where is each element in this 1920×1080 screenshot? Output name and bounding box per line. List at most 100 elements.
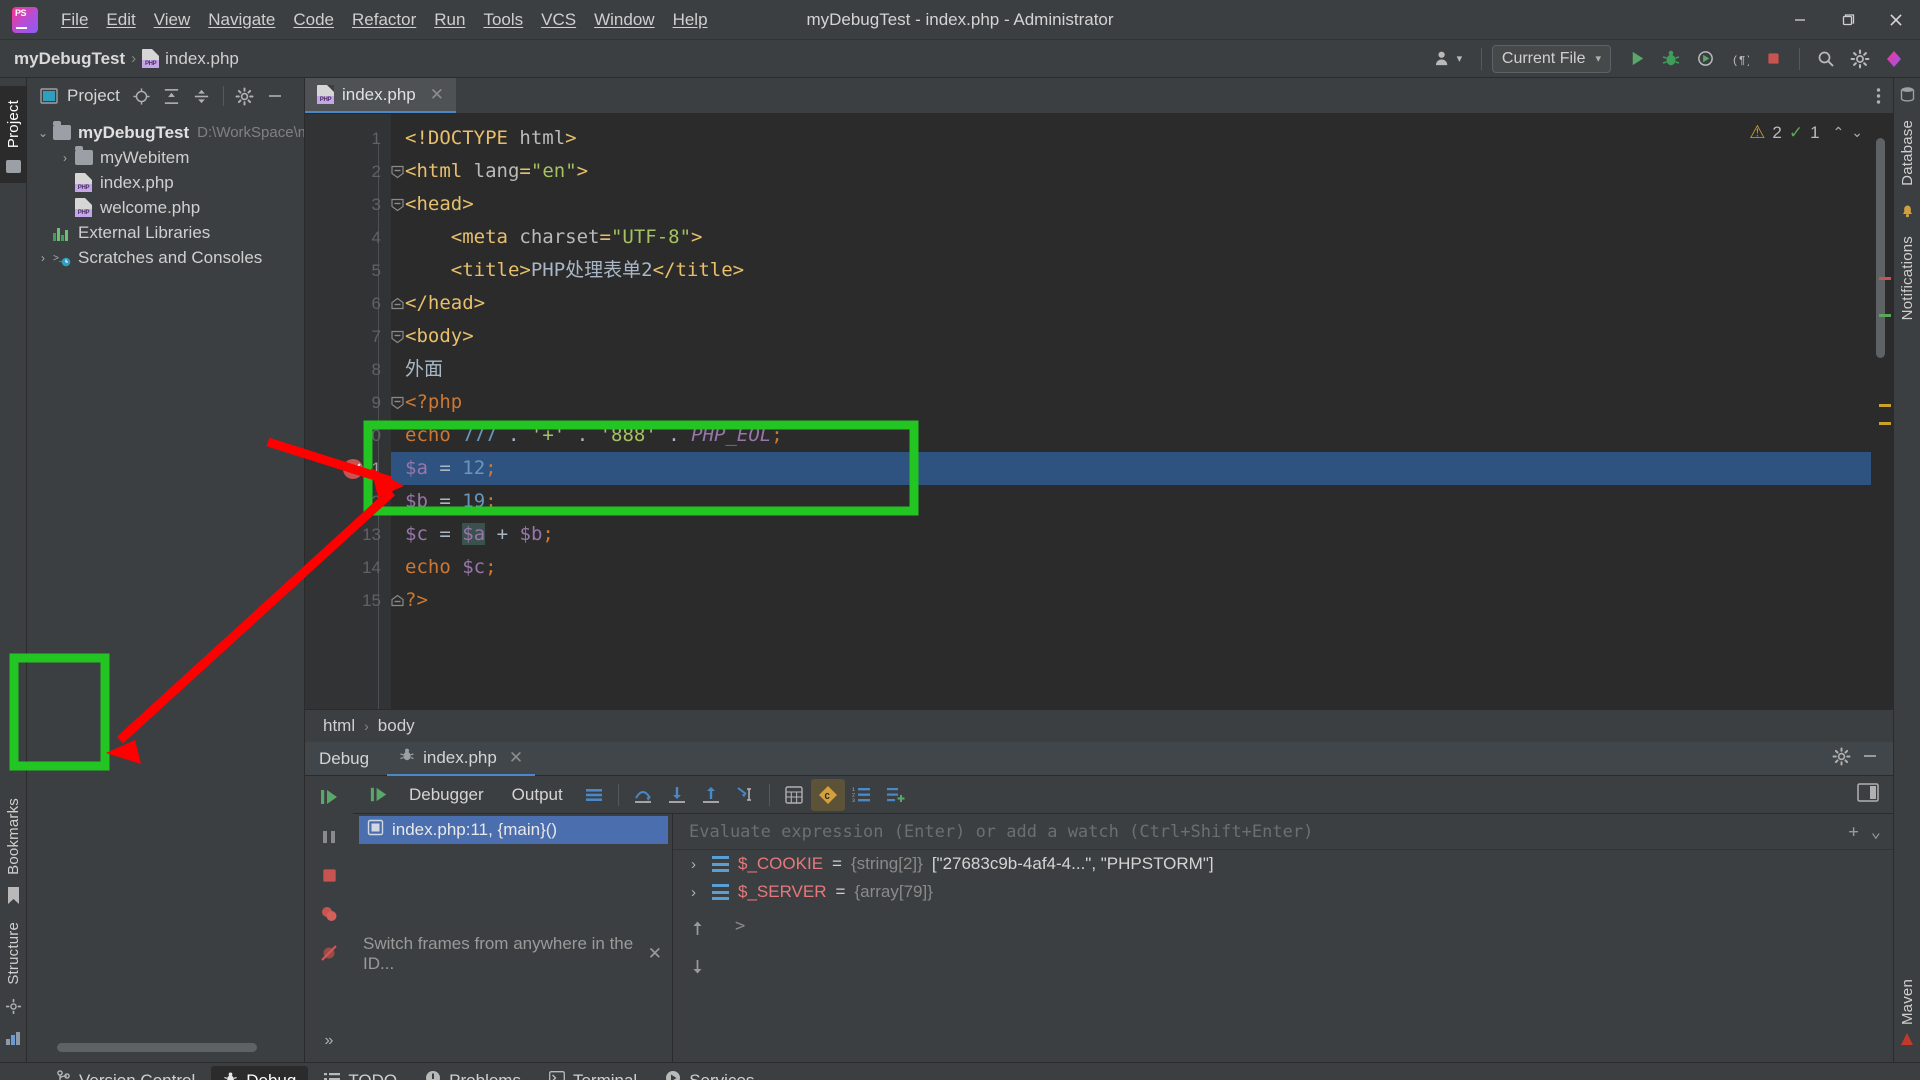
editor-marker-strip[interactable] bbox=[1871, 114, 1893, 709]
menu-vcs[interactable]: VCS bbox=[532, 6, 585, 34]
tab-output[interactable]: Output bbox=[498, 785, 577, 805]
menu-file[interactable]: File bbox=[52, 6, 97, 34]
stop-button[interactable] bbox=[1757, 44, 1789, 74]
sidebar-item-notifications[interactable]: Notifications bbox=[1899, 230, 1916, 326]
editor-tab-index-php[interactable]: index.php ✕ bbox=[305, 78, 456, 113]
menu-window[interactable]: Window bbox=[585, 6, 663, 34]
marker-error[interactable] bbox=[1879, 277, 1891, 280]
variable-row-server[interactable]: › $_SERVER = {array[79]} bbox=[673, 878, 1893, 906]
menu-code[interactable]: Code bbox=[284, 6, 343, 34]
run-to-cursor-icon[interactable] bbox=[728, 779, 762, 811]
close-button[interactable] bbox=[1872, 0, 1920, 40]
breadcrumb-html[interactable]: html bbox=[323, 716, 355, 736]
collapse-all-icon[interactable] bbox=[190, 84, 214, 108]
sidebar-item-structure[interactable]: Structure bbox=[5, 916, 22, 991]
step-into-icon[interactable] bbox=[660, 779, 694, 811]
menu-help[interactable]: Help bbox=[664, 6, 717, 34]
hide-debug-panel-icon[interactable] bbox=[1861, 747, 1879, 770]
add-watch-plus-icon[interactable]: + bbox=[1849, 822, 1859, 842]
panel-settings-gear-icon[interactable] bbox=[233, 84, 257, 108]
chevron-right-icon[interactable]: › bbox=[691, 856, 703, 873]
menu-navigate[interactable]: Navigate bbox=[199, 6, 284, 34]
pause-program-button[interactable] bbox=[319, 827, 339, 852]
tree-row-external-libraries[interactable]: External Libraries bbox=[27, 220, 304, 245]
stop-program-button[interactable] bbox=[320, 866, 339, 890]
debug-layout-icon[interactable] bbox=[1857, 782, 1893, 807]
debug-session-tab[interactable]: index.php ✕ bbox=[387, 742, 536, 776]
tree-row-scratches[interactable]: › >_ Scratches and Consoles bbox=[27, 245, 304, 270]
evaluate-expression-icon[interactable] bbox=[777, 779, 811, 811]
editor-gutter[interactable]: 1 2 3 4 5 6 7 8 9 10 11 12 13 14 15 bbox=[305, 114, 404, 709]
search-icon[interactable] bbox=[1810, 44, 1842, 74]
editor-vertical-scrollbar[interactable] bbox=[1876, 138, 1885, 358]
sidebar-item-database[interactable]: Database bbox=[1899, 114, 1916, 192]
marker-warning[interactable] bbox=[1879, 404, 1891, 407]
debug-console[interactable]: > bbox=[721, 906, 1893, 1062]
menu-tools[interactable]: Tools bbox=[474, 6, 532, 34]
evaluate-expression-input[interactable]: Evaluate expression (Enter) or add a wat… bbox=[673, 814, 1893, 850]
tree-row-welcome-php[interactable]: welcome.php bbox=[27, 195, 304, 220]
frames-panel[interactable]: index.php:11, {main}() Switch frames fro… bbox=[353, 814, 673, 1062]
run-configuration-selector[interactable]: Current File ▾ bbox=[1491, 44, 1611, 73]
editor-tab-options[interactable] bbox=[1876, 78, 1893, 113]
show-variables-icon[interactable]: 123 bbox=[845, 779, 879, 811]
chevron-down-icon[interactable]: ⌄ bbox=[1871, 822, 1881, 842]
more-actions-icon[interactable]: » bbox=[325, 1032, 334, 1050]
run-button[interactable] bbox=[1621, 44, 1653, 74]
inspection-widget[interactable]: ⚠ 2 ✓ 1 ⌃ ⌄ bbox=[1749, 122, 1863, 143]
tree-row-mydebugtest[interactable]: ⌄ myDebugTest D:\WorkSpace\m bbox=[27, 120, 304, 145]
profiler-button[interactable]: (¶) bbox=[1723, 44, 1755, 74]
resume-program-button[interactable] bbox=[318, 786, 340, 813]
settings-gear-icon[interactable] bbox=[1844, 44, 1876, 74]
sidebar-item-project[interactable]: Project bbox=[5, 94, 22, 154]
close-icon[interactable]: ✕ bbox=[430, 85, 444, 105]
mute-breakpoints-button[interactable] bbox=[319, 943, 339, 968]
code-editor[interactable]: 1 2 3 4 5 6 7 8 9 10 11 12 13 14 15 <!DO… bbox=[305, 114, 1893, 709]
sidebar-item-bookmarks[interactable]: Bookmarks bbox=[5, 792, 22, 881]
next-highlight-icon[interactable]: ⌄ bbox=[1851, 124, 1863, 141]
debug-button[interactable] bbox=[1655, 44, 1687, 74]
minimize-button[interactable] bbox=[1776, 0, 1824, 40]
sidebar-item-maven[interactable]: Maven bbox=[1899, 973, 1916, 1031]
tool-button-services[interactable]: Services bbox=[653, 1065, 766, 1080]
scroll-up-icon[interactable] bbox=[689, 920, 706, 942]
step-over-icon[interactable] bbox=[626, 779, 660, 811]
tool-button-version-control[interactable]: Version Control bbox=[44, 1065, 207, 1080]
scroll-down-icon[interactable] bbox=[689, 958, 706, 980]
chevron-down-icon[interactable]: ⌄ bbox=[33, 126, 53, 140]
close-icon[interactable]: ✕ bbox=[648, 944, 662, 964]
tree-row-index-php[interactable]: index.php bbox=[27, 170, 304, 195]
prev-highlight-icon[interactable]: ⌃ bbox=[1833, 124, 1845, 141]
close-icon[interactable]: ✕ bbox=[509, 748, 523, 768]
user-account-icon[interactable]: ▾ bbox=[1425, 44, 1471, 74]
view-breakpoints-button[interactable] bbox=[319, 904, 339, 929]
variable-row-cookie[interactable]: › $_COOKIE = {string[2]} ["27683c9b-4af4… bbox=[673, 850, 1893, 878]
hide-panel-icon[interactable] bbox=[263, 84, 287, 108]
structure-gear-icon[interactable] bbox=[5, 998, 22, 1020]
breadcrumb-body[interactable]: body bbox=[378, 716, 415, 736]
chevron-right-icon[interactable]: › bbox=[55, 151, 75, 165]
marker-warning[interactable] bbox=[1879, 422, 1891, 425]
frame-row[interactable]: index.php:11, {main}() bbox=[359, 816, 668, 844]
breadcrumb-file[interactable]: index.php bbox=[165, 49, 239, 69]
tool-button-todo[interactable]: TODO bbox=[312, 1066, 409, 1080]
add-watch-icon[interactable] bbox=[879, 779, 913, 811]
ide-assistant-icon[interactable] bbox=[1878, 44, 1910, 74]
expand-all-icon[interactable] bbox=[160, 84, 184, 108]
menu-view[interactable]: View bbox=[145, 6, 200, 34]
project-horizontal-scrollbar[interactable] bbox=[57, 1043, 257, 1052]
structure-grid-icon[interactable] bbox=[5, 1031, 21, 1052]
chevron-right-icon[interactable]: › bbox=[33, 251, 53, 265]
resume-button-toolbar[interactable] bbox=[361, 779, 395, 811]
layout-settings-icon[interactable] bbox=[577, 779, 611, 811]
run-with-coverage-button[interactable] bbox=[1689, 44, 1721, 74]
debug-settings-gear-icon[interactable] bbox=[1832, 747, 1851, 771]
chevron-right-icon[interactable]: › bbox=[691, 884, 703, 901]
menu-edit[interactable]: Edit bbox=[97, 6, 144, 34]
menu-run[interactable]: Run bbox=[425, 6, 474, 34]
tab-debugger[interactable]: Debugger bbox=[395, 785, 498, 805]
tool-button-problems[interactable]: Problems bbox=[413, 1065, 533, 1080]
breadcrumb-project[interactable]: myDebugTest bbox=[14, 49, 125, 69]
menu-refactor[interactable]: Refactor bbox=[343, 6, 425, 34]
locate-target-icon[interactable] bbox=[130, 84, 154, 108]
